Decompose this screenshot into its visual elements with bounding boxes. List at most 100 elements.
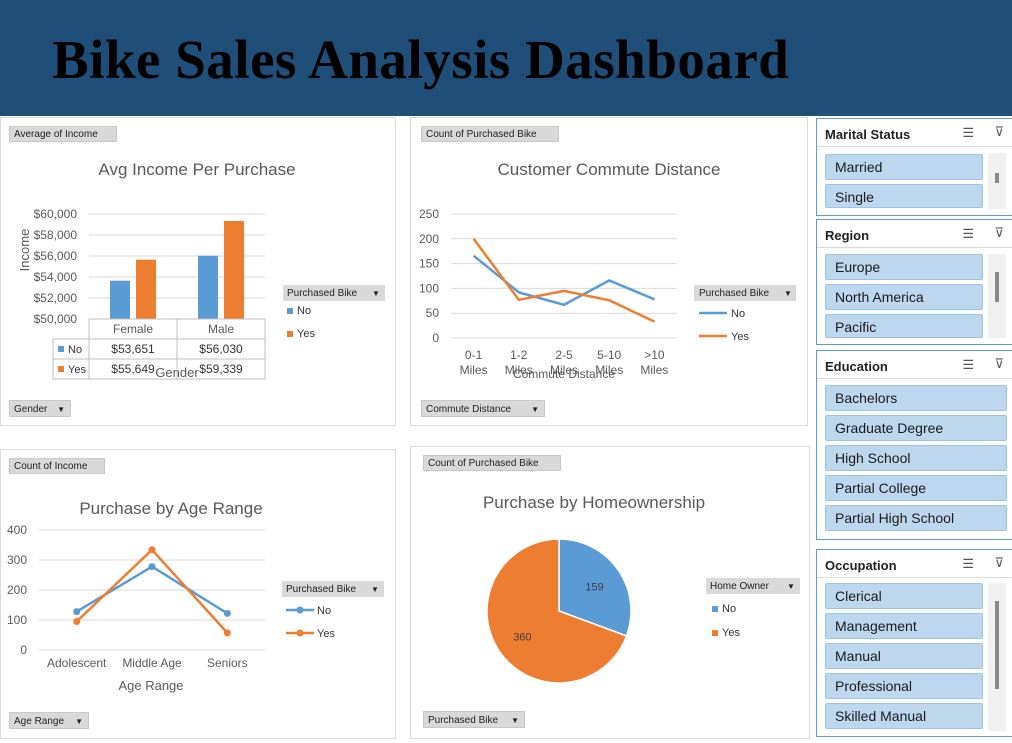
slicer-item-single[interactable]: Single: [825, 184, 983, 208]
legend-label-yes: Yes: [722, 627, 740, 639]
age-chart-panel[interactable]: Count of Income Purchase by Age Range Ag…: [0, 449, 396, 739]
slicer-item-professional[interactable]: Professional: [825, 673, 983, 699]
slicer-divider: [817, 378, 1012, 379]
dashboard-title: Bike Sales Analysis Dashboard: [52, 29, 790, 90]
clear-filter-icon[interactable]: ⊽: [994, 356, 1004, 372]
slicer-region: Region ☰ ⊽ Europe North America Pacific: [816, 219, 1012, 345]
x-tick-label: Miles: [640, 363, 668, 377]
axis-field-label: Commute Distance: [426, 404, 512, 415]
y-tick-label: 200: [419, 232, 439, 246]
x-tick-label: Miles: [595, 363, 623, 377]
scrollbar-thumb[interactable]: [995, 601, 999, 689]
data-point-no: [148, 563, 156, 571]
slicer-marital-status: Marital Status ☰ ⊽ Married Single: [816, 118, 1012, 216]
slicer-item-skilled-manual[interactable]: Skilled Manual: [825, 703, 983, 729]
multi-select-icon[interactable]: ☰: [962, 357, 974, 373]
age-chart: Purchase by Age Range Age Range 0 100 200 3…: [7, 499, 384, 693]
chevron-down-icon: ▼: [75, 717, 83, 726]
legend-label-yes: Yes: [297, 328, 315, 340]
chevron-down-icon: ▼: [371, 585, 379, 594]
y-axis-label: Income: [17, 229, 32, 272]
legend-button-label: Purchased Bike: [286, 584, 356, 595]
scrollbar-thumb[interactable]: [995, 272, 999, 302]
pie-data-label: 360: [513, 632, 531, 644]
clear-filter-icon[interactable]: ⊽: [994, 225, 1004, 241]
legend-label-yes: Yes: [731, 331, 749, 343]
slicer-item-graduate-degree[interactable]: Graduate Degree: [825, 415, 1007, 441]
slicer-item-north-america[interactable]: North America: [825, 284, 983, 310]
commute-chart-panel[interactable]: Count of Purchased Bike Customer Commute…: [410, 117, 808, 426]
data-point-no: [223, 609, 231, 617]
axis-field-label: Gender: [14, 404, 48, 415]
slicer-item-manual[interactable]: Manual: [825, 643, 983, 669]
axis-field-button[interactable]: Purchased Bike ▼: [423, 711, 525, 728]
y-tick-label: $60,000: [34, 207, 78, 221]
clear-filter-icon[interactable]: ⊽: [994, 555, 1004, 571]
age-field-tag[interactable]: Count of Income: [9, 458, 105, 474]
slicer-item-pacific[interactable]: Pacific: [825, 314, 983, 338]
y-tick-label: 100: [7, 613, 27, 627]
chevron-down-icon: ▼: [784, 289, 792, 298]
slicer-title: Marital Status: [825, 127, 911, 142]
chart-title: Purchase by Homeownership: [483, 493, 705, 512]
table-swatch-yes: [58, 366, 64, 372]
slicer-item-high-school[interactable]: High School: [825, 445, 1007, 471]
table-row-label: No: [68, 344, 82, 356]
x-tick-label: 0-1: [465, 348, 483, 362]
x-axis-label: Age Range: [118, 678, 183, 693]
scrollbar-thumb[interactable]: [995, 173, 999, 183]
scrollbar[interactable]: [988, 583, 1006, 731]
scrollbar[interactable]: [988, 153, 1006, 209]
bar-yes-female: [136, 259, 156, 319]
commute-chart: Customer Commute Distance Commute Distan…: [419, 160, 796, 381]
slicer-item-partial-high-school[interactable]: Partial High School: [825, 505, 1007, 531]
x-tick-label: 2-5: [555, 348, 573, 362]
slicer-divider: [817, 146, 1012, 147]
income-chart-panel[interactable]: Average of Income Avg Income Per Purchas…: [0, 117, 396, 426]
y-tick-label: 0: [20, 643, 27, 657]
slicer-item-bachelors[interactable]: Bachelors: [825, 385, 1007, 411]
y-tick-label: 100: [419, 281, 439, 295]
home-chart: Purchase by Homeownership 159 360 Home Ow…: [483, 493, 800, 684]
axis-field-button[interactable]: Commute Distance ▼: [421, 400, 545, 417]
scrollbar[interactable]: [988, 254, 1006, 338]
multi-select-icon[interactable]: ☰: [962, 226, 974, 242]
legend-swatch-no: [712, 606, 718, 612]
legend-marker-yes: [296, 629, 304, 637]
x-tick-label: Female: [113, 322, 153, 336]
slicer-divider: [817, 247, 1012, 248]
home-chart-panel[interactable]: Count of Purchased Bike Purchase by Home…: [410, 446, 810, 739]
chevron-down-icon: ▼: [511, 716, 519, 725]
slicer-item-management[interactable]: Management: [825, 613, 983, 639]
multi-select-icon[interactable]: ☰: [962, 125, 974, 141]
series-line-yes: [472, 238, 655, 323]
income-field-tag[interactable]: Average of Income: [9, 126, 117, 142]
bar-no-male: [198, 255, 218, 319]
legend-button-label: Purchased Bike: [287, 288, 357, 299]
table-cell: $53,651: [111, 342, 155, 356]
y-tick-label: 250: [419, 207, 439, 221]
slicer-item-clerical[interactable]: Clerical: [825, 583, 983, 609]
chevron-down-icon: ▼: [787, 582, 795, 591]
y-tick-label: 400: [7, 523, 27, 537]
x-tick-label: 5-10: [597, 348, 621, 362]
commute-field-tag[interactable]: Count of Purchased Bike: [421, 126, 559, 142]
y-tick-label: 150: [419, 257, 439, 271]
slicer-item-partial-college[interactable]: Partial College: [825, 475, 1007, 501]
legend-label-no: No: [731, 308, 745, 320]
chart-title: Customer Commute Distance: [498, 160, 721, 179]
axis-field-button[interactable]: Gender ▼: [9, 400, 71, 417]
slicer-item-married[interactable]: Married: [825, 154, 983, 180]
y-tick-label: $54,000: [34, 270, 78, 284]
axis-field-button[interactable]: Age Range ▼: [9, 712, 89, 729]
dashboard-header: Bike Sales Analysis Dashboard: [0, 0, 1012, 116]
x-tick-label: Miles: [460, 363, 488, 377]
x-tick-label: >10: [644, 348, 665, 362]
multi-select-icon[interactable]: ☰: [962, 556, 974, 572]
slicer-item-europe[interactable]: Europe: [825, 254, 983, 280]
legend-swatch-yes: [712, 630, 718, 636]
x-tick-label: Male: [208, 322, 234, 336]
legend-label-no: No: [722, 603, 736, 615]
home-field-tag[interactable]: Count of Purchased Bike: [423, 455, 561, 471]
clear-filter-icon[interactable]: ⊽: [994, 124, 1004, 140]
